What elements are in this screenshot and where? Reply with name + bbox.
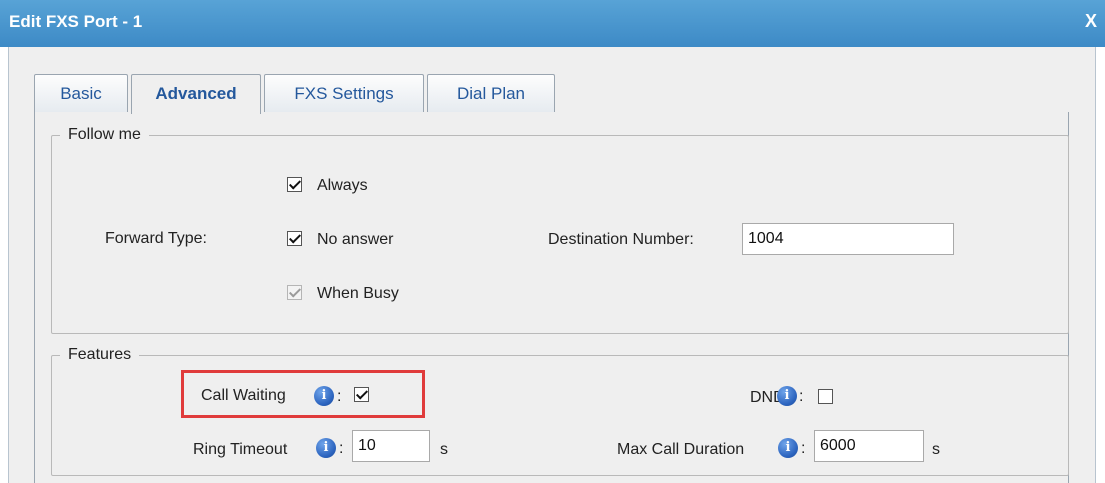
always-checkbox[interactable] [287, 177, 302, 192]
forward-type-label: Forward Type: [105, 230, 207, 247]
max-call-duration-input[interactable] [814, 430, 924, 462]
destination-number-input[interactable] [742, 223, 954, 255]
tab-fxs-settings[interactable]: FXS Settings [264, 74, 424, 112]
ring-timeout-colon: : [339, 440, 344, 457]
follow-me-legend: Follow me [68, 126, 141, 143]
tab-basic[interactable]: Basic [34, 74, 128, 112]
dnd-checkbox[interactable] [818, 389, 833, 404]
max-call-duration-colon: : [801, 440, 806, 457]
dialog-title-bar: Edit FXS Port - 1 X [0, 0, 1105, 47]
max-call-duration-unit: s [932, 441, 940, 458]
call-waiting-highlight-box [181, 370, 425, 418]
max-call-duration-label: Max Call Duration [617, 441, 745, 458]
tab-advanced[interactable]: Advanced [131, 74, 261, 114]
when-busy-checkbox [287, 285, 302, 300]
no-answer-checkbox[interactable] [287, 231, 302, 246]
info-icon[interactable]: i [316, 438, 336, 458]
when-busy-label: When Busy [317, 285, 399, 302]
info-icon[interactable]: i [777, 386, 797, 406]
tab-dial-plan[interactable]: Dial Plan [427, 74, 555, 112]
ring-timeout-label: Ring Timeout [193, 441, 288, 458]
ring-timeout-unit: s [440, 441, 448, 458]
features-legend: Features [68, 346, 132, 363]
close-icon[interactable]: X [1085, 11, 1097, 32]
dnd-colon: : [799, 388, 804, 405]
always-label: Always [317, 177, 368, 194]
no-answer-label: No answer [317, 231, 394, 248]
dialog-title: Edit FXS Port - 1 [9, 12, 143, 31]
info-icon[interactable]: i [778, 438, 798, 458]
destination-number-label: Destination Number: [548, 231, 694, 248]
ring-timeout-input[interactable] [352, 430, 430, 462]
